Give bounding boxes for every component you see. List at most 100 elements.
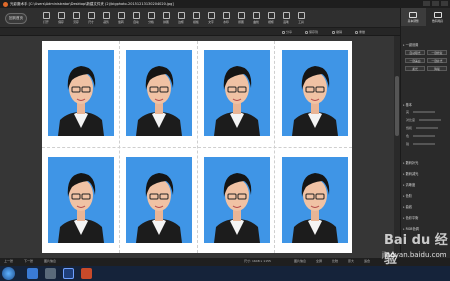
undo-button[interactable]: 撤销 <box>332 29 342 35</box>
scrollbar-thumb[interactable] <box>395 76 399 136</box>
auto-icon <box>132 12 140 19</box>
section-levels[interactable]: 色阶 <box>403 193 412 198</box>
image-info-button[interactable]: 图片信息 <box>294 259 306 263</box>
frame-icon <box>267 12 275 19</box>
id-photo[interactable] <box>126 157 192 243</box>
watermark-brand: Bai du 经验 <box>384 233 448 267</box>
save-icon <box>57 12 65 19</box>
panel-tabs: 基本调整 数码暗房 <box>401 8 450 26</box>
window-controls <box>423 1 448 6</box>
tool-border[interactable]: 边框 <box>175 10 187 26</box>
tool-save[interactable]: 保存 <box>55 10 67 26</box>
tool-crop[interactable]: 裁剪 <box>100 10 112 26</box>
redo-button[interactable]: 重做 <box>355 29 365 35</box>
slider-track[interactable] <box>413 143 436 145</box>
maximize-button[interactable] <box>432 1 439 6</box>
share-button[interactable]: 分享 <box>282 29 292 35</box>
soft-light-button[interactable]: 柔光 <box>405 66 425 71</box>
media-icon[interactable] <box>45 268 56 279</box>
slider-track[interactable] <box>416 127 439 129</box>
portrait-image <box>204 157 270 243</box>
back-to-home-button[interactable]: 回到首页 <box>5 13 27 24</box>
hue-slider[interactable]: 色 <box>406 134 436 138</box>
main-toolbar: 回到首页 打开 保存 另存 尺寸 裁剪 旋转 自动 分格 拼图 边框 模板 文字… <box>0 8 400 28</box>
section-basic[interactable]: 基本 <box>403 102 412 107</box>
photoshop-icon[interactable] <box>63 268 74 279</box>
rotate-icon <box>117 12 125 19</box>
secondary-toolbar: 分享 保存到 撤销 重做 <box>0 28 400 36</box>
next-image-button[interactable]: 下一张 <box>24 259 33 263</box>
close-button[interactable] <box>441 1 448 6</box>
crop-icon <box>102 12 110 19</box>
one-click-fix-button[interactable]: 一键修复 <box>427 50 447 55</box>
prev-image-button[interactable]: 上一张 <box>4 259 13 263</box>
tool-frame[interactable]: 相框 <box>265 10 277 26</box>
actual-size-button[interactable]: 原大 <box>348 259 354 263</box>
minimize-button[interactable] <box>423 1 430 6</box>
border-icon <box>177 12 185 19</box>
tool-watermark[interactable]: 水印 <box>220 10 232 26</box>
tool-curve[interactable]: 曲线 <box>250 10 262 26</box>
start-button[interactable] <box>2 267 15 280</box>
title-bar: 光影魔术手 [C:\Users\Administrator\Desktop\新建… <box>0 0 450 8</box>
tool-grid[interactable]: 分格 <box>145 10 157 26</box>
section-curves[interactable]: 曲线 <box>403 204 412 209</box>
brightness-slider[interactable]: 亮 <box>406 110 436 114</box>
tool-brush[interactable]: 画笔 <box>280 10 292 26</box>
tool-save-as[interactable]: 另存 <box>70 10 82 26</box>
denoise-button[interactable]: 降噪 <box>427 66 447 71</box>
tab-basic-adjust[interactable]: 基本调整 <box>401 8 426 26</box>
explorer-icon[interactable] <box>27 268 38 279</box>
id-photo[interactable] <box>126 50 192 136</box>
tool-text[interactable]: 文字 <box>205 10 217 26</box>
save-as-icon <box>72 12 80 19</box>
save-to-icon <box>305 30 308 34</box>
open-icon <box>42 12 50 19</box>
section-color-balance[interactable]: 色彩平衡 <box>403 215 419 220</box>
tab-digital-darkroom[interactable]: 数码暗房 <box>426 8 450 26</box>
portrait-image <box>282 50 348 136</box>
tool-resize[interactable]: 尺寸 <box>85 10 97 26</box>
tool-rotate[interactable]: 旋转 <box>115 10 127 26</box>
fullscreen-button[interactable]: 全屏 <box>316 259 322 263</box>
tool-tools[interactable]: 工具 <box>295 10 307 26</box>
section-one-click[interactable]: 一键设置 <box>403 42 419 47</box>
template-icon <box>192 12 200 19</box>
slider-track[interactable] <box>413 135 436 137</box>
collage-icon <box>162 12 170 19</box>
curve-icon <box>252 12 260 19</box>
id-photo[interactable] <box>48 50 114 136</box>
fit-button[interactable]: 适合 <box>364 259 370 263</box>
app-logo <box>3 1 8 7</box>
tool-open[interactable]: 打开 <box>40 10 52 26</box>
id-photo[interactable] <box>282 50 348 136</box>
image-info-link[interactable]: 图片信息 <box>44 259 56 263</box>
id-photo[interactable] <box>204 157 270 243</box>
saturation-slider[interactable]: 饱和 <box>406 126 439 130</box>
auto-exposure-button[interactable]: 自动曝光 <box>405 50 425 55</box>
slider-track[interactable] <box>413 111 436 113</box>
image-canvas[interactable] <box>0 36 400 258</box>
save-to-button[interactable]: 保存到 <box>305 29 318 35</box>
slider-track[interactable] <box>419 119 442 121</box>
id-photo[interactable] <box>48 157 114 243</box>
whiten-button[interactable]: 一键美白 <box>405 58 425 63</box>
id-photo[interactable] <box>282 157 348 243</box>
section-fill-light[interactable]: 数码补光 <box>403 160 419 165</box>
fill-light-button[interactable]: 一键补光 <box>427 58 447 63</box>
photo-editor-icon[interactable] <box>81 268 92 279</box>
id-photo[interactable] <box>204 50 270 136</box>
sharpen-slider[interactable]: 锐 <box>406 142 436 146</box>
section-clarity[interactable]: 清晰度 <box>403 182 416 187</box>
contrast-slider[interactable]: 对比度 <box>406 118 442 122</box>
tool-cutout[interactable]: 抠图 <box>235 10 247 26</box>
grid-icon <box>147 12 155 19</box>
portrait-image <box>204 50 270 136</box>
undo-icon <box>332 30 335 34</box>
section-reduce-light[interactable]: 数码减光 <box>403 171 419 176</box>
compare-button[interactable]: 比较 <box>332 259 338 263</box>
tool-collage[interactable]: 拼图 <box>160 10 172 26</box>
tool-auto[interactable]: 自动 <box>130 10 142 26</box>
brush-icon <box>282 12 290 19</box>
tool-template[interactable]: 模板 <box>190 10 202 26</box>
